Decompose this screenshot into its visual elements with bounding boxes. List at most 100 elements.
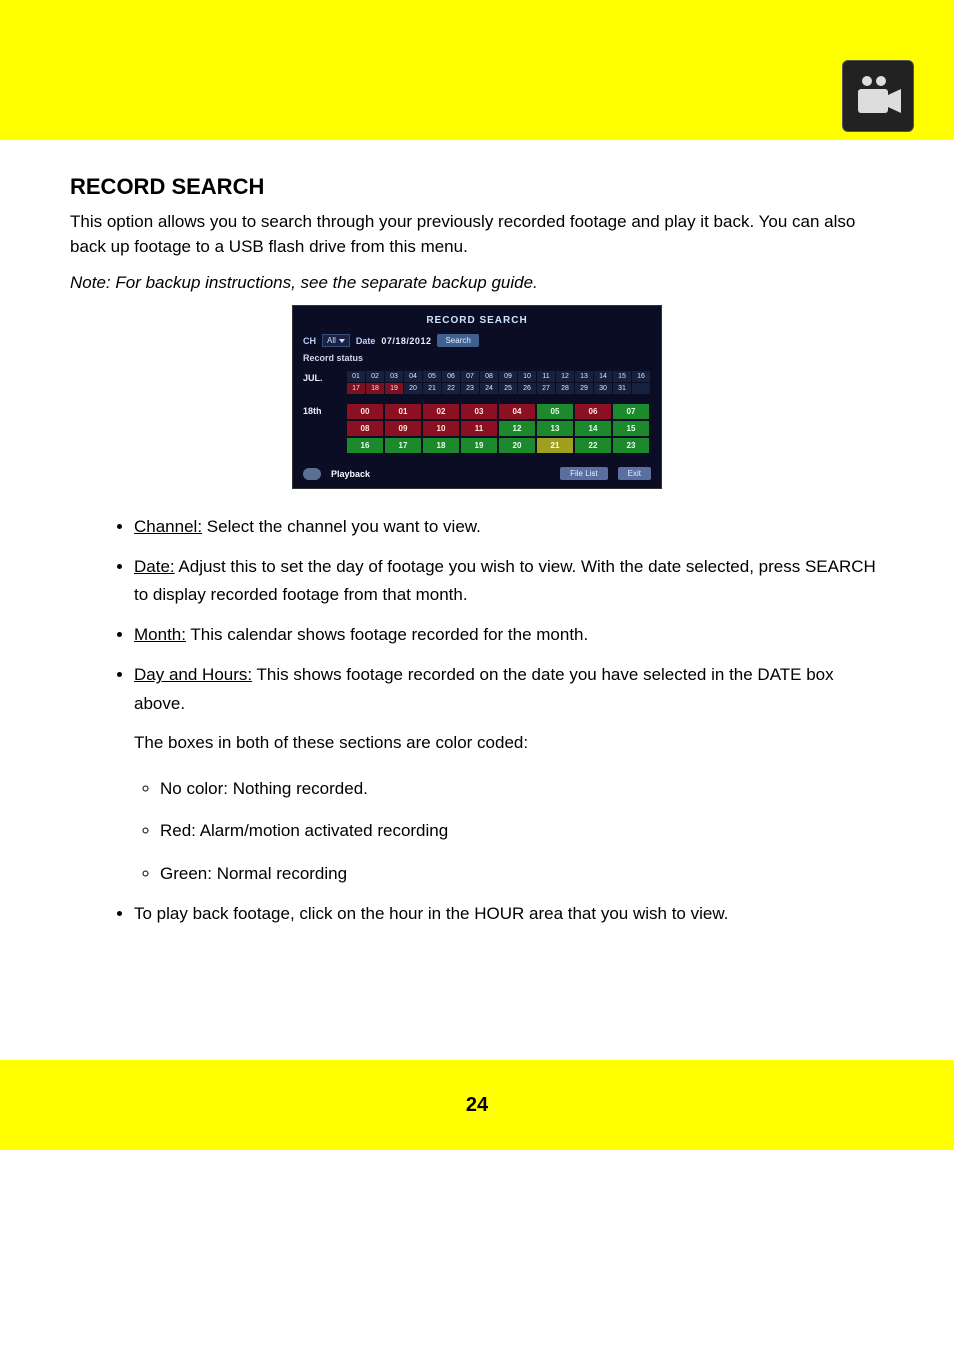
hour-cell[interactable]: 05	[537, 404, 573, 419]
cal-day-cell[interactable]: 06	[442, 371, 460, 382]
channel-label: Channel:	[134, 517, 202, 536]
hour-cell[interactable]: 18	[423, 438, 459, 453]
cal-day-cell[interactable]: 04	[404, 371, 422, 382]
footer-bar: 24	[0, 1060, 954, 1150]
hour-cell[interactable]: 07	[613, 404, 649, 419]
hour-cell[interactable]: 06	[575, 404, 611, 419]
hour-cell[interactable]: 08	[347, 421, 383, 436]
cal-day-cell[interactable]: 09	[499, 371, 517, 382]
cal-day-cell[interactable]: 13	[575, 371, 593, 382]
ss-playback-label: Playback	[331, 469, 370, 479]
cal-day-cell[interactable]: 22	[442, 383, 460, 394]
hour-cell[interactable]: 12	[499, 421, 535, 436]
cal-day-cell[interactable]: 11	[537, 371, 555, 382]
ss-date-label: Date	[356, 336, 376, 346]
legend-intro: The boxes in both of these sections are …	[134, 730, 884, 756]
ss-record-status-label: Record status	[299, 349, 655, 371]
date-text-1: Adjust this to set the day of footage yo…	[175, 557, 805, 576]
date-text-2: to display recorded footage from that mo…	[134, 585, 468, 604]
bullet-list: Channel: Select the channel you want to …	[70, 513, 884, 717]
cal-day-cell[interactable]: 14	[594, 371, 612, 382]
cal-day-cell[interactable]: 08	[480, 371, 498, 382]
hour-cell[interactable]: 02	[423, 404, 459, 419]
ss-month-calendar: JUL. 01020304050607080910111213141516171…	[299, 371, 655, 394]
date-search-term: SEARCH	[805, 557, 876, 576]
date-label: Date:	[134, 557, 175, 576]
hour-cell[interactable]: 01	[385, 404, 421, 419]
play-bullet-list: To play back footage, click on the hour …	[70, 900, 884, 928]
camera-icon-badge	[842, 60, 914, 132]
intro-paragraph: This option allows you to search through…	[70, 210, 884, 259]
ss-day-label: 18th	[303, 404, 337, 416]
play-hour-term: HOUR	[474, 904, 524, 923]
play-text-1: To play back footage, click on the hour …	[134, 904, 474, 923]
chevron-down-icon	[339, 339, 345, 343]
hour-cell[interactable]: 14	[575, 421, 611, 436]
cal-day-cell[interactable]: 27	[537, 383, 555, 394]
legend-none: No color: Nothing recorded.	[160, 773, 884, 805]
ss-exit-button[interactable]: Exit	[618, 467, 651, 480]
cal-day-cell[interactable]: 24	[480, 383, 498, 394]
day-label: Day and Hours:	[134, 665, 252, 684]
cal-day-cell[interactable]: 18	[366, 383, 384, 394]
cal-day-cell[interactable]: 20	[404, 383, 422, 394]
cal-day-cell[interactable]: 26	[518, 383, 536, 394]
ss-ch-value: All	[327, 336, 336, 345]
hour-cell[interactable]: 15	[613, 421, 649, 436]
hour-cell[interactable]: 00	[347, 404, 383, 419]
hour-cell[interactable]: 20	[499, 438, 535, 453]
ss-cal-grid[interactable]: 01020304050607080910111213141516 17181920…	[347, 371, 650, 394]
note-paragraph: Note: For backup instructions, see the s…	[70, 273, 884, 293]
hour-cell[interactable]: 04	[499, 404, 535, 419]
cal-day-cell[interactable]: 21	[423, 383, 441, 394]
legend-alarm: Red: Alarm/motion activated recording	[160, 815, 884, 847]
cal-day-cell[interactable]: 19	[385, 383, 403, 394]
ss-filter-row: CH All Date 07/18/2012 Search	[299, 332, 655, 349]
ss-search-button[interactable]: Search	[437, 334, 478, 347]
cal-day-cell[interactable]: 03	[385, 371, 403, 382]
hour-cell[interactable]: 13	[537, 421, 573, 436]
cal-day-cell[interactable]: 16	[632, 371, 650, 382]
cal-day-cell[interactable]: 12	[556, 371, 574, 382]
legend-list: No color: Nothing recorded. Red: Alarm/m…	[70, 773, 884, 890]
cal-day-cell[interactable]: 01	[347, 371, 365, 382]
bullet-play: To play back footage, click on the hour …	[134, 900, 884, 928]
cal-day-cell[interactable]: 25	[499, 383, 517, 394]
cal-day-cell[interactable]: 31	[613, 383, 631, 394]
ss-file-list-button[interactable]: File List	[560, 467, 608, 480]
hour-cell[interactable]: 03	[461, 404, 497, 419]
ss-ch-label: CH	[303, 336, 316, 346]
hour-cell[interactable]: 17	[385, 438, 421, 453]
hour-cell[interactable]: 16	[347, 438, 383, 453]
hour-cell[interactable]: 09	[385, 421, 421, 436]
hour-cell[interactable]: 19	[461, 438, 497, 453]
ss-month-label: JUL.	[303, 371, 337, 383]
month-text: This calendar shows footage recorded for…	[186, 625, 588, 644]
cal-day-cell[interactable]: 02	[366, 371, 384, 382]
cal-day-cell[interactable]: 30	[594, 383, 612, 394]
playback-icon	[303, 468, 321, 480]
cal-day-cell[interactable]: 23	[461, 383, 479, 394]
cal-day-cell[interactable]: 10	[518, 371, 536, 382]
bullet-date: Date: Adjust this to set the day of foot…	[134, 553, 884, 609]
ss-date-value[interactable]: 07/18/2012	[381, 336, 431, 346]
ss-hour-grid[interactable]: 0001020304050607 0809101112131415 16171819…	[347, 404, 649, 453]
ss-ch-dropdown[interactable]: All	[322, 334, 350, 347]
hour-cell[interactable]: 23	[613, 438, 649, 453]
hour-cell[interactable]: 22	[575, 438, 611, 453]
hour-cell[interactable]: 11	[461, 421, 497, 436]
hour-cell[interactable]: 10	[423, 421, 459, 436]
cal-day-cell[interactable]: 28	[556, 383, 574, 394]
ss-title: RECORD SEARCH	[299, 312, 655, 332]
month-label: Month:	[134, 625, 186, 644]
record-search-screenshot: RECORD SEARCH CH All Date 07/18/2012 Sea…	[292, 305, 662, 489]
cal-day-cell[interactable]: 05	[423, 371, 441, 382]
ss-hour-grid-wrap: 18th 00010203040506070809101112131415161…	[299, 394, 655, 457]
play-text-2: area that you wish to view.	[524, 904, 728, 923]
cal-day-cell[interactable]: 15	[613, 371, 631, 382]
cal-day-cell[interactable]	[632, 383, 650, 394]
cal-day-cell[interactable]: 17	[347, 383, 365, 394]
cal-day-cell[interactable]: 07	[461, 371, 479, 382]
cal-day-cell[interactable]: 29	[575, 383, 593, 394]
hour-cell[interactable]: 21	[537, 438, 573, 453]
